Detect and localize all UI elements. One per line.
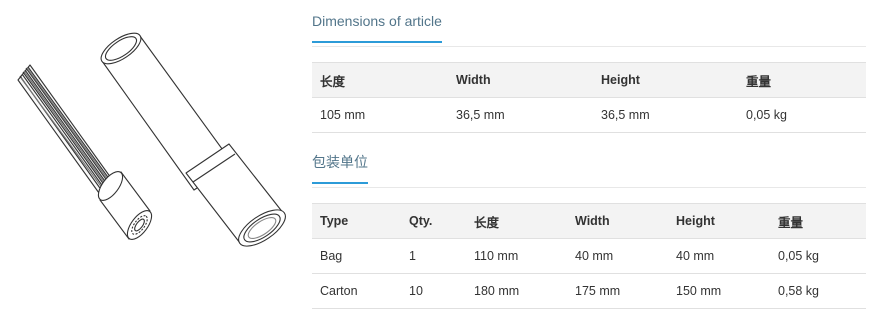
bit-shaft: [17, 64, 112, 194]
column-header-weight: 重量: [770, 203, 866, 239]
cell-length: 180 mm: [466, 273, 567, 309]
cell-length: 105 mm: [312, 97, 448, 133]
cell-type: Bag: [312, 238, 401, 274]
cell-type: Carton: [312, 273, 401, 309]
table-row: Bag 1 110 mm 40 mm 40 mm 0,05 kg: [312, 238, 866, 274]
cell-width: 36,5 mm: [448, 97, 593, 133]
table-row: Carton 10 180 mm 175 mm 150 mm 0,58 kg: [312, 273, 866, 309]
column-header-width: Width: [567, 203, 668, 239]
column-header-width: Width: [448, 62, 593, 98]
dimensions-section-tab: Dimensions of article: [312, 8, 866, 47]
cell-height: 40 mm: [668, 238, 770, 274]
cell-width: 175 mm: [567, 273, 668, 309]
packaging-section-tab: 包装单位: [312, 149, 866, 188]
column-header-weight: 重量: [738, 62, 866, 98]
cell-weight: 0,58 kg: [770, 273, 866, 309]
packaging-table: Type Qty. 长度 Width Height 重量 Bag 1 110 m…: [312, 203, 866, 309]
column-header-height: Height: [593, 62, 738, 98]
packaging-tab-label[interactable]: 包装单位: [312, 154, 368, 184]
dimensions-table: 长度 Width Height 重量 105 mm 36,5 mm 36,5 m…: [312, 62, 866, 133]
column-header-length: 长度: [312, 62, 448, 98]
table-header-row: 长度 Width Height 重量: [312, 62, 866, 98]
product-image: [14, 28, 294, 248]
cell-qty: 10: [401, 273, 466, 309]
table-row: 105 mm 36,5 mm 36,5 mm 0,05 kg: [312, 97, 866, 133]
cell-weight: 0,05 kg: [738, 97, 866, 133]
column-header-length: 长度: [466, 203, 567, 239]
column-header-type: Type: [312, 203, 401, 239]
table-header-row: Type Qty. 长度 Width Height 重量: [312, 203, 866, 239]
product-page: Dimensions of article 长度 Width Height 重量…: [0, 0, 881, 323]
column-header-qty: Qty.: [401, 203, 466, 239]
dimensions-tab-label[interactable]: Dimensions of article: [312, 13, 442, 43]
column-header-height: Height: [668, 203, 770, 239]
cell-height: 36,5 mm: [593, 97, 738, 133]
cell-length: 110 mm: [466, 238, 567, 274]
cell-width: 40 mm: [567, 238, 668, 274]
cell-weight: 0,05 kg: [770, 238, 866, 274]
bit-holder-sleeve-drawing-icon: [17, 32, 286, 247]
cell-qty: 1: [401, 238, 466, 274]
cell-height: 150 mm: [668, 273, 770, 309]
